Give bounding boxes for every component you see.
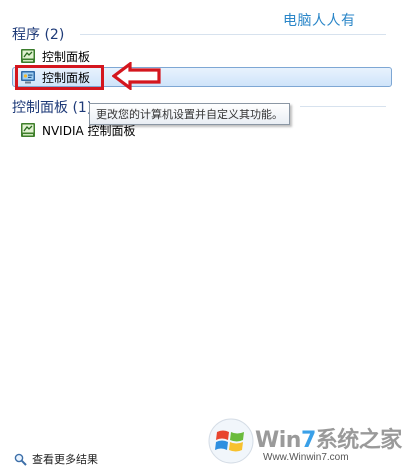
brand-prefix: Win [255,428,301,453]
see-more-label: 查看更多结果 [32,453,98,466]
annotation-left-arrow-icon [112,62,161,90]
result-item-label: 控制面板 [42,49,91,64]
watermark-text: 电脑人人有 [283,13,356,29]
tooltip: 更改您的计算机设置并自定义其功能。 [89,103,290,125]
see-more-results-link[interactable]: 查看更多结果 [14,451,98,467]
brand-watermark: Win7系统之家 [255,422,402,454]
brand-suffix: 系统之家 [315,428,403,453]
brand-seven: 7 [300,428,316,453]
search-icon [14,453,27,466]
control-panel-green-icon [21,49,35,63]
result-item-control-panel[interactable]: 控制面板 [20,46,90,66]
windows-logo-icon [208,418,254,464]
group-header-programs: 程序 (2) [12,27,65,43]
group-divider [80,34,386,35]
start-menu-search-results: 电脑人人有 程序 (2) 控制面板 控制面板 控制面板 (1) NVIDIA 控… [0,0,406,471]
nvidia-control-panel-icon [21,123,35,137]
group-header-control-panel: 控制面板 (1) [12,100,93,116]
brand-url: Www.Winwin7.com [263,452,349,463]
annotation-red-box [15,65,104,90]
group-divider [300,106,386,107]
